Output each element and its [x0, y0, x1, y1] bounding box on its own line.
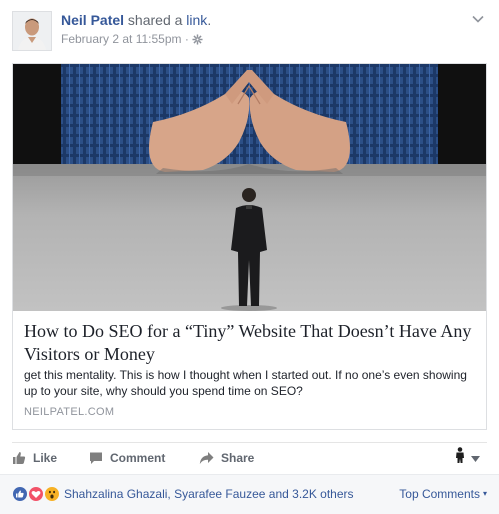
reactions-footer: Shahzalina Ghazali, Syarafee Fauzee and … [0, 474, 499, 514]
top-comments-label: Top Comments [399, 487, 480, 501]
feed-post: Neil Patel shared a link. February 2 at … [0, 0, 499, 514]
top-comments-dropdown[interactable]: Top Comments ▾ [399, 487, 487, 501]
card-title[interactable]: How to Do SEO for a “Tiny” Website That … [24, 320, 479, 366]
profile-thumbnail-icon [455, 447, 465, 468]
caret-down-icon [471, 449, 480, 467]
header-period: . [207, 12, 212, 28]
caret-down-icon: ▾ [482, 489, 487, 498]
share-arrow-icon [199, 451, 214, 465]
wow-reaction-icon [44, 486, 60, 502]
share-label: Share [221, 451, 255, 465]
love-reaction-icon [28, 486, 44, 502]
comment-bubble-icon [89, 451, 103, 465]
avatar-image [13, 12, 51, 50]
post-as-selector[interactable] [455, 447, 480, 468]
like-label: Like [33, 451, 58, 465]
card-domain: NEILPATEL.COM [24, 406, 115, 418]
card-description: get this mentality. This is how I though… [24, 368, 467, 398]
comment-label: Comment [110, 451, 166, 465]
link-word[interactable]: link [186, 12, 207, 28]
link-preview-card[interactable]: How to Do SEO for a “Tiny” Website That … [12, 63, 487, 430]
author-name-link[interactable]: Neil Patel [61, 12, 124, 28]
shared-text: shared a [124, 12, 187, 28]
actions-divider [12, 442, 487, 443]
post-meta: February 2 at 11:55pm · [61, 32, 203, 48]
chevron-down-icon[interactable] [471, 12, 485, 26]
card-hero-image[interactable] [13, 64, 486, 311]
meta-separator: · [181, 32, 193, 46]
gear-icon[interactable] [192, 34, 203, 48]
author-avatar[interactable] [12, 11, 52, 51]
like-reaction-icon [12, 486, 28, 502]
reaction-icons[interactable] [12, 486, 64, 502]
post-header: Neil Patel shared a link. [61, 12, 211, 28]
reaction-names-link[interactable]: Shahzalina Ghazali, Syarafee Fauzee and … [64, 487, 354, 501]
comment-button[interactable]: Comment [89, 446, 165, 470]
timestamp-link[interactable]: February 2 at 11:55pm [61, 32, 182, 46]
share-button[interactable]: Share [199, 446, 254, 470]
like-button[interactable]: Like [12, 446, 57, 470]
thumbs-up-icon [12, 451, 26, 465]
